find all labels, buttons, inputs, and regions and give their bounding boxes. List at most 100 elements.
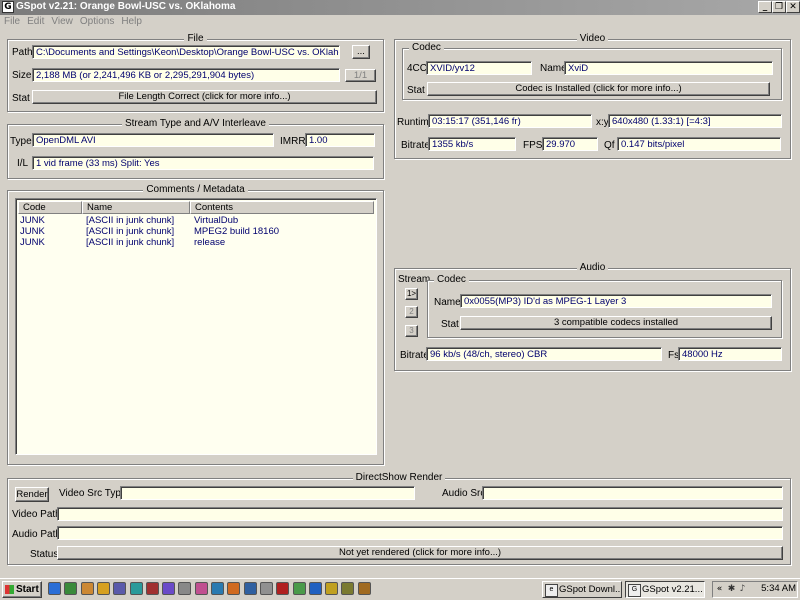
cell-name: [ASCII in junk chunk] xyxy=(86,237,175,248)
audio-stat-button[interactable]: 3 compatible codecs installed xyxy=(460,316,772,330)
menu-view[interactable]: View xyxy=(51,16,76,27)
fourcc-label: 4CC xyxy=(407,63,428,74)
column-name[interactable]: Name xyxy=(82,201,190,214)
audio-codec-title: Codec xyxy=(434,274,469,285)
column-code[interactable]: Code xyxy=(18,201,82,214)
fourcc-field[interactable]: XVID/yv12 xyxy=(426,61,532,75)
docs-icon[interactable] xyxy=(308,582,322,595)
browse-button[interactable]: ... xyxy=(352,45,370,59)
audio-src-label: Audio Src xyxy=(442,488,486,499)
start-button[interactable]: Start xyxy=(2,581,42,598)
cell-code: JUNK xyxy=(20,215,45,226)
audio-bitrate-field[interactable]: 96 kb/s (48/ch, stereo) CBR xyxy=(426,347,662,361)
column-contents[interactable]: Contents xyxy=(190,201,374,214)
cell-contents: MPEG2 build 18160 xyxy=(194,226,280,237)
il-label: I/L xyxy=(17,158,29,169)
audio-name-label: Name xyxy=(434,297,461,308)
msn-icon[interactable] xyxy=(129,582,143,595)
windows-logo-icon xyxy=(5,585,14,594)
video-name-label: Name xyxy=(540,63,567,74)
file-group-title: File xyxy=(184,33,207,44)
video-codec-title: Codec xyxy=(409,42,444,53)
search-icon[interactable] xyxy=(64,582,78,595)
stream-group-title: Stream Type and A/V Interleave xyxy=(121,118,269,129)
gspot-app-icon[interactable]: G xyxy=(2,1,14,13)
music-icon[interactable] xyxy=(292,582,306,595)
fs-field[interactable]: 48000 Hz xyxy=(678,347,782,361)
flash-icon[interactable] xyxy=(276,582,290,595)
list-item[interactable]: JUNK [ASCII in junk chunk] VirtualDub xyxy=(18,215,374,226)
star-icon[interactable] xyxy=(325,582,339,595)
tray-expand-icon[interactable]: « xyxy=(714,584,725,595)
size-label: Size xyxy=(12,70,32,81)
file-stat-button[interactable]: File Length Correct (click for more info… xyxy=(32,90,377,104)
task-gspot-download[interactable]: e GSpot Downl... xyxy=(542,581,622,598)
menu-file[interactable]: File xyxy=(4,16,23,27)
folder-icon[interactable] xyxy=(96,582,110,595)
player-icon[interactable] xyxy=(243,582,257,595)
metadata-list[interactable]: Code Name Contents JUNK [ASCII in junk c… xyxy=(15,198,377,455)
xy-label: x:y xyxy=(596,117,609,128)
audio-name-field[interactable]: 0x0055(MP3) ID'd as MPEG-1 Layer 3 xyxy=(460,294,772,308)
video-path-field[interactable] xyxy=(57,507,783,521)
ie-icon[interactable] xyxy=(48,582,61,595)
type-field[interactable]: OpenDML AVI xyxy=(32,133,274,147)
render-status-label: Status xyxy=(30,549,59,560)
volume-tray-icon[interactable]: ♪ xyxy=(737,584,748,595)
task-label: GSpot v2.21... xyxy=(642,584,703,595)
video-src-type-field[interactable] xyxy=(120,486,415,500)
page-indicator-button[interactable]: 1/1 xyxy=(345,69,376,82)
audio-bitrate-label: Bitrate xyxy=(400,350,429,361)
video-name-field[interactable]: XviD xyxy=(564,61,773,75)
clock[interactable]: 5:34 AM xyxy=(756,583,796,594)
gspot-task-icon: G xyxy=(628,584,641,597)
note-icon[interactable] xyxy=(341,582,355,595)
qf-field[interactable]: 0.147 bits/pixel xyxy=(617,137,781,151)
disk-icon[interactable] xyxy=(259,582,273,595)
app-icon[interactable] xyxy=(227,582,241,595)
web-icon[interactable] xyxy=(211,582,224,595)
minimize-button[interactable]: _ xyxy=(758,1,772,13)
audio-stat-label: Stat xyxy=(441,319,459,330)
path-label: Path xyxy=(12,47,33,58)
video-src-type-label: Video Src Type xyxy=(59,488,127,499)
stream-2-button[interactable]: 2 xyxy=(405,306,418,318)
xy-field[interactable]: 640x480 (1.33:1) [=4:3] xyxy=(608,114,782,128)
audio-path-label: Audio Path xyxy=(12,529,61,540)
qf-label: Qf xyxy=(604,140,615,151)
video-stat-button[interactable]: Codec is Installed (click for more info.… xyxy=(427,82,770,96)
render-button[interactable]: Render xyxy=(15,487,49,502)
settings-tray-icon[interactable]: ✱ xyxy=(726,584,737,595)
imrr-field[interactable]: 1.00 xyxy=(305,133,375,147)
close-button[interactable]: ✕ xyxy=(786,1,800,13)
files-icon[interactable] xyxy=(178,582,192,595)
stream-label: Stream xyxy=(398,274,431,285)
media-icon[interactable] xyxy=(113,582,127,595)
restore-button[interactable]: ❐ xyxy=(772,1,786,13)
task-gspot-window[interactable]: G GSpot v2.21... xyxy=(625,581,705,598)
mail-icon[interactable] xyxy=(145,582,159,595)
video-bitrate-field[interactable]: 1355 kb/s xyxy=(428,137,516,151)
render-status-button[interactable]: Not yet rendered (click for more info...… xyxy=(57,546,783,560)
list-item[interactable]: JUNK [ASCII in junk chunk] release xyxy=(18,237,374,248)
video-stat-label: Stat xyxy=(407,85,425,96)
menu-options[interactable]: Options xyxy=(80,16,117,27)
path-field[interactable]: C:\Documents and Settings\Keon\Desktop\O… xyxy=(32,45,340,59)
chat-icon[interactable] xyxy=(194,582,208,595)
pen-icon[interactable] xyxy=(357,582,371,595)
stream-3-button[interactable]: 3 xyxy=(405,325,418,337)
list-item[interactable]: JUNK [ASCII in junk chunk] MPEG2 build 1… xyxy=(18,226,374,237)
fps-field[interactable]: 29.970 xyxy=(542,137,598,151)
photo-icon[interactable] xyxy=(162,582,176,595)
runtime-field[interactable]: 03:15:17 (351,146 fr) xyxy=(428,114,592,128)
stream-1-button[interactable]: 1> xyxy=(405,288,418,300)
menu-help[interactable]: Help xyxy=(121,16,145,27)
size-field[interactable]: 2,188 MB (or 2,241,496 KB or 2,295,291,9… xyxy=(32,68,340,82)
network-icon[interactable] xyxy=(80,582,94,595)
cell-contents: release xyxy=(194,237,226,248)
audio-src-field[interactable] xyxy=(482,486,783,500)
il-field[interactable]: 1 vid frame (33 ms) Split: Yes xyxy=(32,156,374,170)
menu-edit[interactable]: Edit xyxy=(27,16,47,27)
audio-path-field[interactable] xyxy=(57,526,783,540)
cell-name: [ASCII in junk chunk] xyxy=(86,215,175,226)
